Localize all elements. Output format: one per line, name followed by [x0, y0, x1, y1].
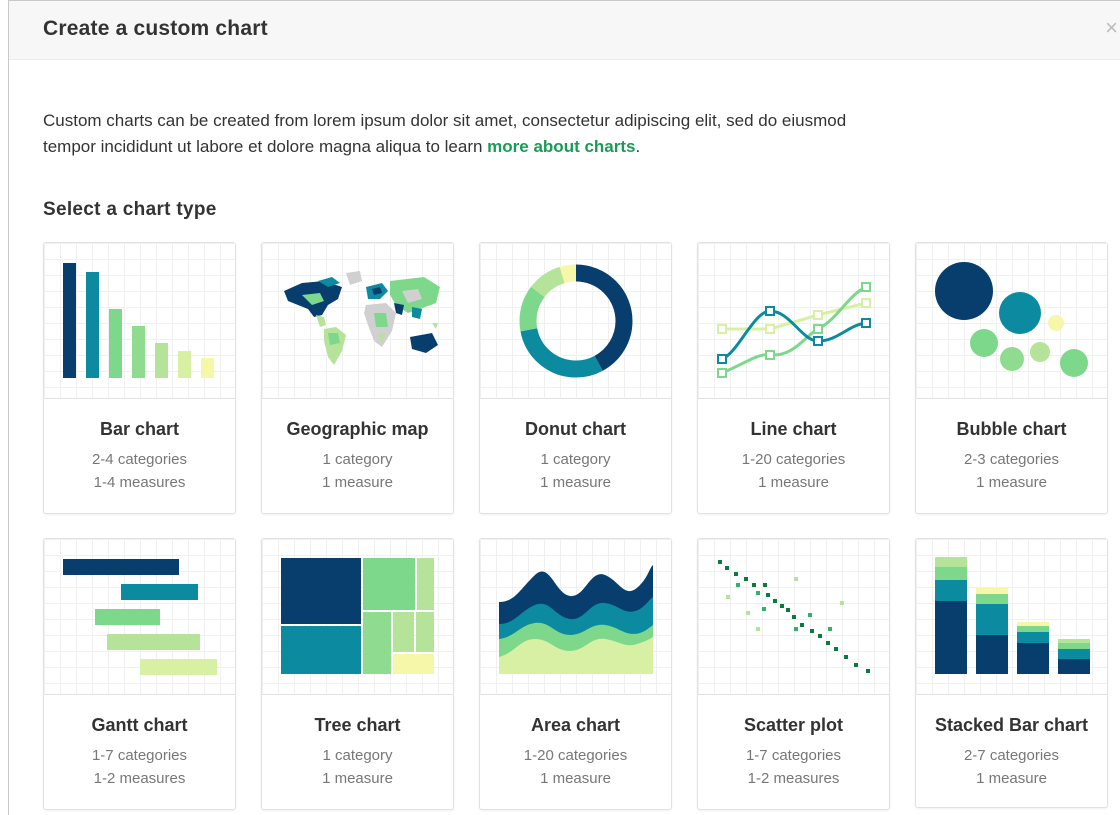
card-title: Gantt chart	[91, 715, 188, 735]
more-about-charts-link[interactable]: more about charts	[487, 137, 635, 156]
close-icon[interactable]: ×	[1105, 15, 1118, 41]
card-categories: 2-4 categories	[91, 451, 188, 468]
card-title: Tree chart	[314, 715, 401, 735]
card-measures: 1 measure	[976, 770, 1047, 787]
card-measures: 1-2 measures	[747, 770, 840, 787]
card-measures: 1 measure	[322, 474, 393, 491]
world-map-icon	[262, 243, 453, 399]
card-measures: 1 measure	[540, 770, 611, 787]
intro-end: .	[635, 137, 641, 156]
card-title: Stacked Bar chart	[934, 715, 1089, 735]
card-gantt-chart[interactable]: Gantt chart 1-7 categories 1-2 measures	[43, 538, 236, 810]
create-chart-dialog: Create a custom chart × Custom charts ca…	[8, 0, 1120, 815]
line-chart-icon	[698, 243, 889, 399]
card-measures: 1-2 measures	[93, 770, 186, 787]
card-categories: 1 category	[322, 747, 393, 764]
card-categories: 1 category	[322, 451, 393, 468]
area-chart-icon	[480, 539, 671, 695]
card-geographic-map[interactable]: Geographic map 1 category 1 measure	[261, 242, 454, 514]
card-measures: 1-4 measures	[93, 474, 186, 491]
card-categories: 1-20 categories	[741, 451, 846, 468]
card-title: Scatter plot	[743, 715, 844, 735]
card-line-chart[interactable]: Line chart 1-20 categories 1 measure	[697, 242, 890, 514]
intro-paragraph: Custom charts can be created from lorem …	[43, 108, 903, 160]
card-measures: 1 measure	[976, 474, 1047, 491]
card-title: Geographic map	[286, 419, 429, 439]
card-bubble-chart[interactable]: Bubble chart 2-3 categories 1 measure	[915, 242, 1108, 514]
card-title: Area chart	[530, 715, 621, 735]
card-area-chart[interactable]: Area chart 1-20 categories 1 measure	[479, 538, 672, 810]
card-scatter-plot[interactable]: Scatter plot 1-7 categories 1-2 measures	[697, 538, 890, 810]
dialog-title: Create a custom chart	[43, 17, 268, 40]
section-title: Select a chart type	[43, 199, 217, 220]
card-tree-chart[interactable]: Tree chart 1 category 1 measure	[261, 538, 454, 810]
card-title: Line chart	[750, 419, 837, 439]
card-measures: 1 measure	[322, 770, 393, 787]
card-categories: 2-7 categories	[963, 747, 1060, 764]
card-stacked-bar-chart[interactable]: Stacked Bar chart 2-7 categories 1 measu…	[915, 538, 1108, 808]
donut-chart-icon	[480, 243, 671, 399]
dialog-header: Create a custom chart ×	[9, 1, 1120, 60]
card-title: Bubble chart	[956, 419, 1067, 439]
tree-chart-icon	[262, 539, 453, 695]
card-measures: 1 measure	[758, 474, 829, 491]
bubble-chart-icon	[916, 243, 1107, 399]
card-measures: 1 measure	[540, 474, 611, 491]
gantt-chart-icon	[44, 539, 235, 695]
card-categories: 1-20 categories	[523, 747, 628, 764]
card-categories: 1-7 categories	[745, 747, 842, 764]
intro-text: Custom charts can be created from lorem …	[43, 111, 847, 156]
card-categories: 1-7 categories	[91, 747, 188, 764]
bar-chart-icon	[44, 243, 235, 399]
card-categories: 1 category	[540, 451, 611, 468]
card-donut-chart[interactable]: Donut chart 1 category 1 measure	[479, 242, 672, 514]
stacked-bar-chart-icon	[916, 539, 1107, 695]
scatter-plot-icon	[698, 539, 889, 695]
card-categories: 2-3 categories	[963, 451, 1060, 468]
card-title: Bar chart	[99, 419, 180, 439]
card-title: Donut chart	[525, 419, 626, 439]
card-bar-chart[interactable]: Bar chart 2-4 categories 1-4 measures	[43, 242, 236, 514]
